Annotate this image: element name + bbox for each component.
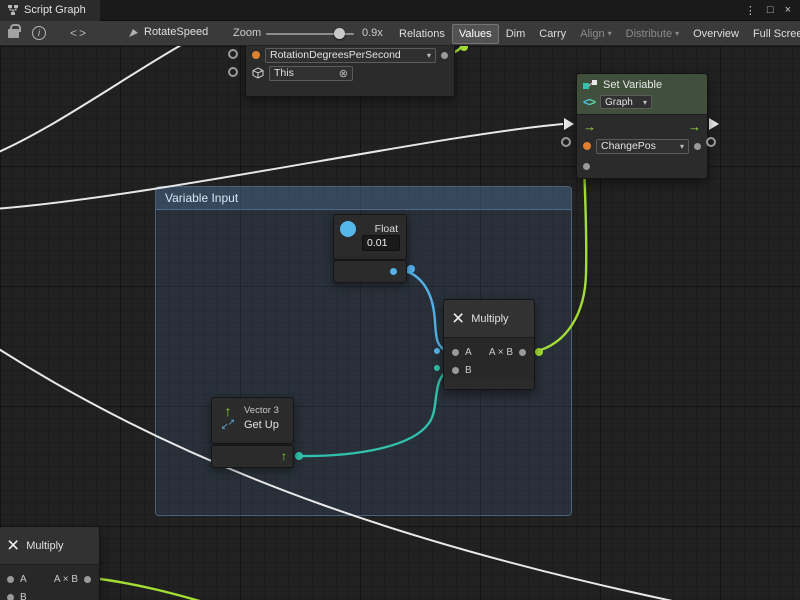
distribute-button[interactable]: Distribute▾	[619, 24, 686, 44]
input-port[interactable]	[561, 137, 571, 147]
gameobject-cube-icon	[252, 67, 264, 79]
target-label: This	[274, 67, 294, 79]
zoom-slider[interactable]	[266, 23, 354, 43]
lock-icon[interactable]	[8, 29, 19, 38]
flow-out-triangle[interactable]	[709, 118, 719, 130]
vector3-type-icon: ↗ ↙	[221, 418, 235, 431]
code-brackets-icon[interactable]: <>	[70, 26, 88, 40]
node-float-port-strip[interactable]	[333, 260, 407, 283]
maximize-icon[interactable]: □	[767, 4, 774, 16]
port-a-label: A	[465, 347, 472, 358]
object-picker-icon[interactable]: ⊗	[339, 67, 348, 80]
input-port-a[interactable]	[7, 576, 14, 583]
input-port-b[interactable]	[7, 594, 14, 600]
scope-label: Graph	[605, 97, 633, 108]
zoom-value: 0.9x	[362, 27, 383, 39]
output-port-result[interactable]	[84, 576, 91, 583]
variable-name-dropdown[interactable]: RotationDegreesPerSecond ▾	[265, 48, 436, 63]
node-vector3-get-up[interactable]: ↑ ↗ ↙ Vector 3 Get Up	[211, 397, 294, 444]
chevron-down-icon: ▾	[638, 98, 647, 107]
flow-out-arrow-icon[interactable]: →	[688, 120, 701, 133]
float-type-icon	[340, 221, 356, 237]
zoom-slider-handle[interactable]	[334, 28, 345, 39]
toolbar-buttons: Relations Values Dim Carry Align▾ Distri…	[392, 23, 800, 44]
variable-kind-dot	[583, 142, 591, 150]
set-variable-header[interactable]: Set Variable <> Graph ▾	[577, 74, 707, 115]
multiply-icon: ×	[452, 308, 464, 329]
node-multiply[interactable]: × Multiply A A × B B	[443, 299, 535, 390]
dim-button[interactable]: Dim	[499, 24, 533, 44]
float-output-port[interactable]	[390, 268, 397, 275]
input-port-a[interactable]	[452, 349, 459, 356]
vector3-type-label: Vector 3	[244, 405, 279, 416]
toolbar: i <> RotateSpeed Zoom 0.9x Relations Val…	[0, 21, 800, 46]
set-variable-title: Set Variable	[603, 79, 662, 91]
node-float-literal[interactable]: Float 0.01	[333, 214, 407, 260]
variable-kind-dot	[252, 51, 260, 59]
variable-output-port[interactable]	[441, 52, 448, 59]
flow-in-triangle[interactable]	[564, 118, 574, 130]
port-a-label: A	[20, 574, 27, 585]
node-get-up-port-strip[interactable]: ↑	[211, 445, 294, 468]
relations-button[interactable]: Relations	[392, 24, 452, 44]
tab-script-graph[interactable]: Script Graph	[0, 0, 100, 21]
set-variable-icon	[583, 80, 598, 90]
get-up-title: Get Up	[244, 419, 279, 431]
target-object-field[interactable]: This ⊗	[269, 66, 353, 81]
fullscreen-button[interactable]: Full Screen	[746, 24, 800, 44]
title-bar: Script Graph ⋮ □ ×	[0, 0, 800, 21]
port-b-label: B	[20, 592, 27, 600]
set-variable-name-label: ChangePos	[601, 140, 656, 152]
graph-asset-icon	[128, 27, 139, 38]
float-value-input[interactable]: 0.01	[362, 235, 400, 251]
info-icon[interactable]: i	[32, 26, 46, 40]
set-variable-name-dropdown[interactable]: ChangePos ▾	[596, 139, 689, 154]
graph-asset[interactable]: RotateSpeed	[128, 26, 208, 38]
variables-logo-icon: <>	[583, 95, 595, 109]
window-title: Script Graph	[24, 4, 86, 16]
value-input-port[interactable]	[583, 163, 590, 170]
value-output-port[interactable]	[694, 143, 701, 150]
values-button[interactable]: Values	[452, 24, 499, 44]
multiply-title: Multiply	[471, 313, 508, 325]
node-multiply-2[interactable]: × Multiply A A × B B	[0, 526, 100, 600]
chevron-down-icon: ▾	[675, 142, 684, 151]
window-controls: ⋮ □ ×	[745, 4, 800, 17]
float-label: Float	[363, 223, 400, 235]
value-wire-bottom-multiply[interactable]	[92, 578, 210, 600]
chevron-down-icon: ▾	[675, 30, 679, 38]
carry-button[interactable]: Carry	[532, 24, 573, 44]
up-arrow-icon: ↑	[225, 404, 232, 418]
chevron-down-icon: ▾	[422, 51, 431, 60]
graph-canvas[interactable]: Variable Input RotationDegreesPerSecond	[0, 46, 800, 600]
script-graph-icon	[7, 4, 19, 16]
graph-asset-name: RotateSpeed	[144, 26, 208, 38]
node-rotation-variable[interactable]: RotationDegreesPerSecond ▾ This ⊗	[245, 46, 455, 97]
chevron-down-icon: ▾	[608, 30, 612, 38]
kebab-menu-icon[interactable]: ⋮	[745, 4, 756, 17]
group-title[interactable]: Variable Input	[156, 187, 571, 210]
input-port[interactable]	[228, 67, 238, 77]
wire-endpoint	[460, 46, 468, 51]
input-port[interactable]	[228, 49, 238, 59]
output-port-result[interactable]	[519, 349, 526, 356]
variable-scope-dropdown[interactable]: Graph ▾	[600, 95, 652, 109]
align-button[interactable]: Align▾	[573, 24, 618, 44]
port-result-label: A × B	[54, 574, 78, 585]
vector3-output-port[interactable]: ↑	[281, 449, 287, 463]
flow-wire[interactable]	[0, 46, 190, 154]
port-b-label: B	[465, 365, 472, 376]
input-port-b[interactable]	[452, 367, 459, 374]
multiply-title: Multiply	[26, 540, 63, 552]
node-set-variable[interactable]: Set Variable <> Graph ▾ → → ChangePos ▾	[576, 73, 708, 179]
variable-name-label: RotationDegreesPerSecond	[270, 49, 401, 61]
zoom-label: Zoom	[233, 27, 261, 39]
port-result-label: A × B	[489, 347, 513, 358]
close-icon[interactable]: ×	[785, 4, 791, 16]
output-port[interactable]	[706, 137, 716, 147]
multiply-icon: ×	[7, 535, 19, 556]
overview-button[interactable]: Overview	[686, 24, 746, 44]
flow-in-arrow-icon[interactable]: →	[583, 120, 596, 133]
